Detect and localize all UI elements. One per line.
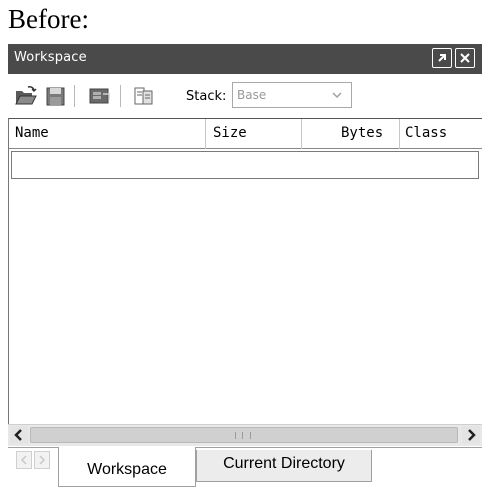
column-divider[interactable]: [205, 119, 206, 149]
column-header-bytes[interactable]: Bytes: [341, 125, 383, 141]
horizontal-scrollbar[interactable]: [8, 424, 482, 446]
tab-scroll-right-button[interactable]: [34, 451, 50, 469]
undock-button[interactable]: [432, 48, 452, 68]
window-title: Workspace: [14, 50, 87, 65]
workspace-panel: Workspace Stack: Base Name Size Bytes Cl…: [8, 44, 482, 487]
close-button[interactable]: [455, 48, 475, 68]
chevron-left-icon: [10, 429, 28, 448]
stack-dropdown[interactable]: Base: [232, 82, 352, 108]
column-header-name[interactable]: Name: [15, 125, 49, 141]
print-icon[interactable]: [132, 85, 156, 107]
scroll-left-button[interactable]: [10, 426, 28, 444]
title-bar: Workspace: [8, 44, 482, 74]
workspace-table: Name Size Bytes Class: [8, 118, 482, 424]
import-data-icon[interactable]: [88, 85, 112, 107]
toolbar: Stack: Base: [8, 74, 482, 118]
save-icon[interactable]: [44, 85, 68, 107]
scrollbar-grip-icon: [235, 432, 251, 439]
before-caption: Before:: [8, 4, 89, 34]
table-row[interactable]: [11, 151, 479, 179]
chevron-right-icon: [462, 429, 480, 448]
chevron-left-icon: [17, 455, 31, 472]
scroll-right-button[interactable]: [462, 426, 480, 444]
toolbar-separator: [74, 85, 76, 107]
column-divider[interactable]: [399, 119, 400, 149]
stack-value: Base: [237, 88, 267, 102]
column-header-class[interactable]: Class: [405, 125, 447, 141]
chevron-right-icon: [35, 455, 49, 472]
tab-current-directory[interactable]: Current Directory: [196, 450, 372, 482]
table-header: Name Size Bytes Class: [9, 119, 482, 149]
open-folder-icon[interactable]: [14, 85, 38, 107]
column-header-size[interactable]: Size: [213, 125, 247, 141]
chevron-down-icon: [329, 87, 345, 103]
tab-scroll-left-button[interactable]: [16, 451, 32, 469]
scrollbar-thumb[interactable]: [30, 427, 458, 443]
tab-workspace[interactable]: Workspace: [58, 447, 196, 487]
stack-label: Stack:: [186, 89, 227, 104]
toolbar-separator: [120, 85, 122, 107]
tab-bar: Workspace Current Directory: [8, 447, 482, 487]
column-divider[interactable]: [301, 119, 302, 149]
